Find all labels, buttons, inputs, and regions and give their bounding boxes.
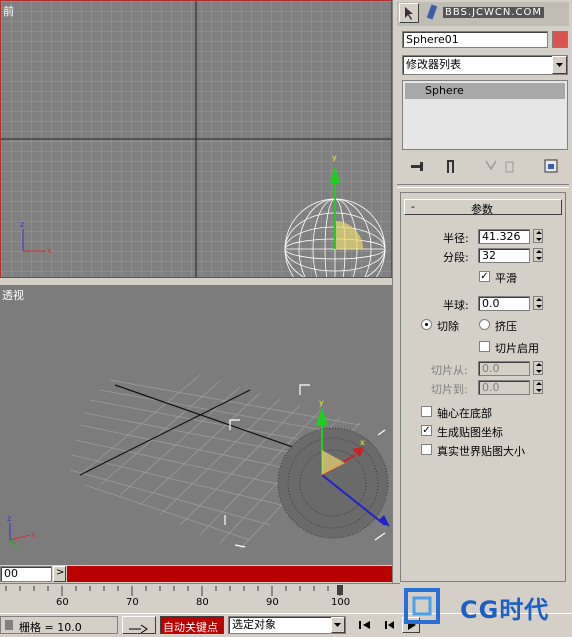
real-world-checkbox[interactable] [421,444,432,455]
segments-label: 分段: [443,251,469,264]
remove-modifier-icon[interactable] [500,157,518,175]
brand-text: BBS.JCWCN.COM [443,7,545,18]
segments-input[interactable]: 32 [478,248,530,263]
svg-text:x: x [31,530,36,539]
smooth-label: 平滑 [495,272,517,285]
ruler-tick-100: 100 [331,597,351,608]
viewport-label: 透视 [2,289,24,302]
rollout-title: 参数 [471,203,493,216]
radius-input[interactable]: 41.326 [478,229,530,244]
lock-icon[interactable] [5,620,13,630]
viewport-divider[interactable] [0,278,392,285]
ruler-tick-70: 70 [126,597,139,608]
arrow-icon: > [56,567,65,578]
ruler-tick-80: 80 [196,597,209,608]
base-to-pivot-checkbox[interactable] [421,406,432,417]
base-to-pivot-label: 轴心在底部 [437,407,492,420]
panel-tabs: BBS.JCWCN.COM [397,2,569,26]
ruler-ticks [5,585,343,596]
selection-dropdown[interactable]: 选定对象 [228,616,346,634]
svg-text:x: x [47,246,52,255]
slice-to-label: 切片到: [431,383,468,396]
viewport-perspective[interactable]: y x x z 透视 [0,285,392,565]
svg-text:x: x [360,438,365,447]
front-viewport-grid: x z y [1,1,391,277]
modify-tab-icon[interactable] [423,3,443,23]
show-end-result-icon[interactable] [442,157,460,175]
timeline-bar: 00 > [0,565,392,583]
object-color-swatch[interactable] [552,31,568,48]
time-slider-arrow[interactable]: > [53,566,66,582]
hemisphere-label: 半球: [443,299,469,312]
rollout-collapse-icon: - [411,200,415,213]
create-tab-icon[interactable] [399,3,419,23]
squash-radio[interactable] [479,319,490,330]
slice-on-checkbox[interactable] [479,341,490,352]
autokey-label: 自动关键点 [163,621,218,634]
rollout-header[interactable]: - 参数 [404,199,562,216]
chop-label: 切除 [437,320,459,333]
make-unique-icon[interactable] [482,157,500,175]
stack-item-sphere[interactable]: Sphere [405,83,565,99]
perspective-viewport-grid: y x x z [0,285,392,565]
svg-text:y: y [332,153,337,162]
hemisphere-input[interactable]: 0.0 [478,296,530,311]
gen-map-checkbox[interactable]: ✓ [421,425,432,436]
smooth-checkbox[interactable]: ✓ [479,271,490,282]
slice-from-input[interactable]: 0.0 [478,361,530,376]
selection-label: 选定对象 [232,618,276,631]
stack-toolbar [402,155,568,177]
slice-to-spinner[interactable] [533,380,543,394]
viewport-label: 前 [3,5,14,18]
gen-map-label: 生成贴图坐标 [437,426,503,439]
command-panel: BBS.JCWCN.COM Sphere01 修改器列表 Sphere - 参数… [392,0,572,590]
modifier-list-dropdown[interactable]: 修改器列表 [402,55,568,75]
pin-stack-icon[interactable] [408,157,426,175]
slice-from-label: 切片从: [431,364,468,377]
chevron-down-icon[interactable] [552,56,567,74]
frame-field[interactable]: 00 [0,566,52,582]
slice-to-input[interactable]: 0.0 [478,380,530,395]
watermark-logo: CG时代 [400,584,572,636]
svg-text:z: z [20,220,24,229]
configure-sets-icon[interactable] [542,157,560,175]
chop-radio[interactable] [421,319,432,330]
radius-spinner[interactable] [533,229,543,243]
grid-label: 栅格 = 10.0 [19,621,82,634]
ruler-tick-90: 90 [266,597,279,608]
watermark-emblem [404,588,440,624]
real-world-label: 真实世界贴图大小 [437,445,525,458]
slice-from-spinner[interactable] [533,361,543,375]
key-filter-icon[interactable] [122,616,156,634]
autokey-button[interactable]: 自动关键点 [160,616,224,634]
chevron-down-icon[interactable] [331,617,345,633]
object-name-field[interactable]: Sphere01 [402,31,548,48]
svg-text:y: y [319,398,324,407]
watermark-text: CG时代 [460,596,550,624]
slice-on-label: 切片启用 [495,342,539,355]
viewport-front[interactable]: x z y 前 [0,0,392,278]
svg-text:z: z [7,514,11,523]
panel-divider [397,184,569,188]
modifier-list-label: 修改器列表 [406,58,461,71]
goto-start-icon[interactable] [356,618,374,632]
ruler-tick-60: 60 [56,597,69,608]
segments-spinner[interactable] [533,248,543,262]
grid-indicator: 栅格 = 10.0 [0,616,118,634]
radius-label: 半径: [443,232,469,245]
modifier-stack: Sphere [402,80,568,150]
time-slider-track[interactable] [67,566,392,582]
timeline-ruler[interactable]: 60 70 80 90 100 [0,583,400,614]
squash-label: 挤压 [495,320,517,333]
hemisphere-spinner[interactable] [533,296,543,310]
stack-item-label: Sphere [425,84,464,97]
prev-frame-icon[interactable] [380,618,398,632]
